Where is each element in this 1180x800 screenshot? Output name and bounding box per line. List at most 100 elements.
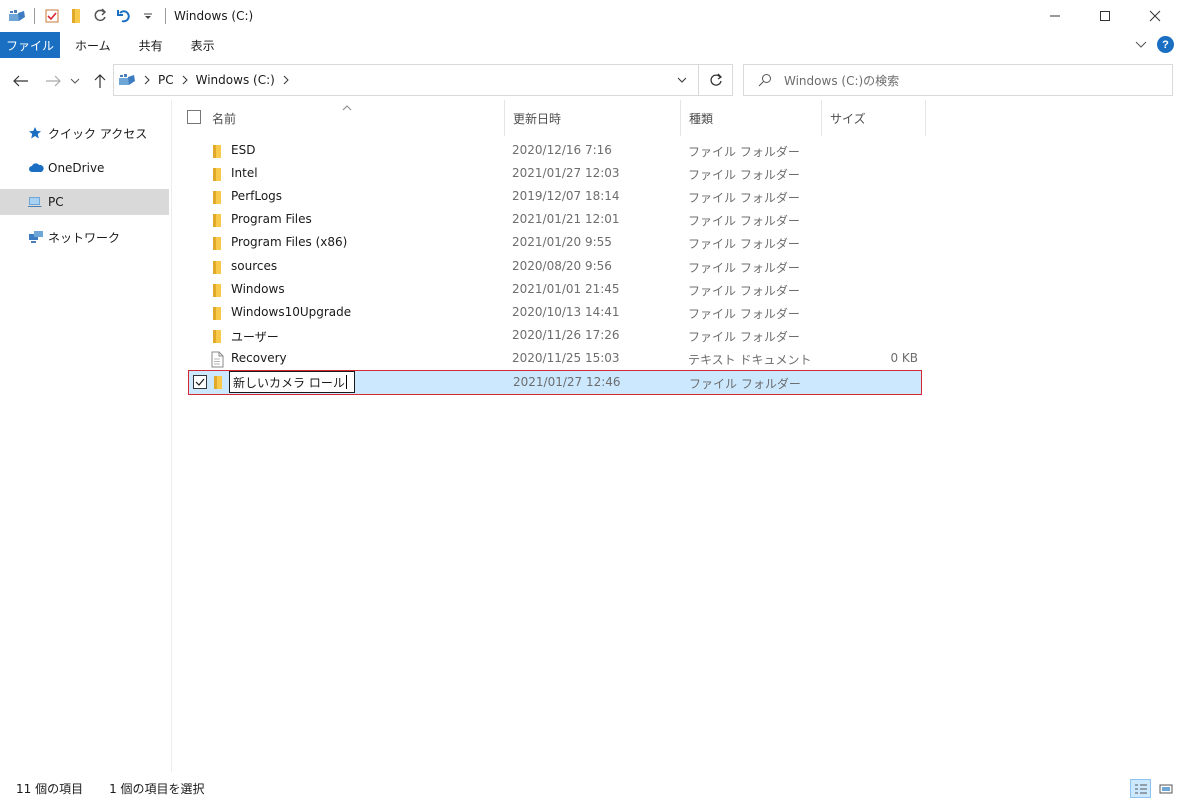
tab-view[interactable]: 表示 bbox=[177, 32, 229, 58]
tab-share[interactable]: 共有 bbox=[125, 32, 177, 58]
column-header-label: 種類 bbox=[689, 111, 714, 126]
column-header-label: サイズ bbox=[830, 111, 866, 126]
large-icons-view-icon[interactable] bbox=[1155, 779, 1176, 798]
file-row[interactable]: Program Files (x86) 2021/01/20 9:55 ファイル… bbox=[188, 232, 922, 255]
pc-icon bbox=[28, 196, 46, 208]
undo-icon[interactable] bbox=[113, 5, 135, 27]
file-name: Intel bbox=[231, 166, 258, 180]
breadcrumb-pc[interactable]: PC bbox=[158, 73, 174, 87]
folder-icon bbox=[210, 282, 224, 299]
recent-locations-button[interactable] bbox=[68, 70, 82, 92]
file-name: PerfLogs bbox=[231, 189, 283, 203]
folder-icon bbox=[211, 374, 225, 391]
view-switcher bbox=[1130, 779, 1176, 798]
file-type: ファイル フォルダー bbox=[688, 191, 800, 205]
address-bar[interactable]: PC Windows (C:) bbox=[113, 64, 733, 96]
title-bar: Windows (C:) bbox=[0, 0, 1180, 32]
minimize-button[interactable] bbox=[1030, 0, 1080, 32]
expand-ribbon-icon[interactable] bbox=[1135, 38, 1147, 52]
ribbon-tabs: ファイル ホーム 共有 表示 ? bbox=[0, 32, 1180, 58]
folder-icon bbox=[210, 212, 224, 229]
file-name: ユーザー bbox=[231, 330, 279, 344]
redo-icon[interactable] bbox=[89, 5, 111, 27]
sidebar-item-label: クイック アクセス bbox=[48, 126, 148, 141]
folder-icon bbox=[210, 259, 224, 276]
file-type: ファイル フォルダー bbox=[688, 214, 800, 228]
file-type: ファイル フォルダー bbox=[688, 237, 800, 251]
status-bar: 11 個の項目 1 個の項目を選択 bbox=[0, 776, 1180, 800]
rename-input-value: 新しいカメラ ロール bbox=[233, 375, 345, 390]
file-date: 2020/12/16 7:16 bbox=[512, 143, 612, 157]
navigation-pane: クイック アクセス OneDrive PC ネットワーク bbox=[0, 100, 172, 772]
up-button[interactable] bbox=[89, 70, 111, 92]
pc-location-icon bbox=[118, 73, 136, 87]
column-header-size[interactable]: サイズ bbox=[822, 100, 926, 136]
file-date: 2019/12/07 18:14 bbox=[512, 189, 620, 203]
file-date: 2021/01/20 9:55 bbox=[512, 235, 612, 249]
file-date: 2021/01/01 21:45 bbox=[512, 282, 620, 296]
tab-file[interactable]: ファイル bbox=[0, 32, 60, 58]
file-type: テキスト ドキュメント bbox=[688, 353, 812, 367]
sidebar-item-label: PC bbox=[48, 195, 64, 209]
quick-access-toolbar: Windows (C:) bbox=[0, 0, 253, 32]
column-header-type[interactable]: 種類 bbox=[681, 100, 822, 136]
column-header-name[interactable]: 名前 bbox=[204, 100, 505, 136]
item-count: 11 個の項目 bbox=[16, 781, 84, 796]
file-date: 2020/11/26 17:26 bbox=[512, 328, 620, 342]
file-type: ファイル フォルダー bbox=[688, 330, 800, 344]
new-folder-icon[interactable] bbox=[65, 5, 87, 27]
breadcrumb-chevron-icon[interactable] bbox=[283, 75, 289, 85]
details-view-icon[interactable] bbox=[1130, 779, 1151, 798]
text-file-icon bbox=[210, 351, 224, 368]
drive-icon[interactable] bbox=[6, 5, 28, 27]
file-row[interactable]: Windows 2021/01/01 21:45 ファイル フォルダー bbox=[188, 279, 922, 302]
file-date: 2020/08/20 9:56 bbox=[512, 259, 612, 273]
help-icon[interactable]: ? bbox=[1157, 36, 1174, 53]
forward-button[interactable] bbox=[42, 70, 64, 92]
column-header-date[interactable]: 更新日時 bbox=[505, 100, 681, 136]
row-checkbox[interactable] bbox=[193, 375, 207, 389]
file-date: 2020/10/13 14:41 bbox=[512, 305, 620, 319]
file-row[interactable]: ユーザー 2020/11/26 17:26 ファイル フォルダー bbox=[188, 325, 922, 348]
file-date: 2021/01/27 12:46 bbox=[513, 375, 621, 389]
sidebar-item-network[interactable]: ネットワーク bbox=[0, 224, 169, 250]
sidebar-item-label: OneDrive bbox=[48, 161, 105, 175]
select-all-checkbox[interactable] bbox=[187, 110, 201, 124]
file-name: Windows bbox=[231, 282, 285, 296]
file-name: Program Files (x86) bbox=[231, 235, 348, 249]
sidebar-item-onedrive[interactable]: OneDrive bbox=[0, 155, 169, 181]
sidebar-item-label: ネットワーク bbox=[48, 230, 121, 245]
sidebar-item-quick-access[interactable]: クイック アクセス bbox=[0, 120, 169, 146]
selected-count: 1 個の項目を選択 bbox=[109, 781, 205, 796]
customize-toolbar-icon[interactable] bbox=[137, 5, 159, 27]
breadcrumb-chevron-icon[interactable] bbox=[182, 75, 188, 85]
search-icon bbox=[758, 73, 772, 87]
breadcrumb-drive[interactable]: Windows (C:) bbox=[196, 73, 275, 87]
window-title: Windows (C:) bbox=[174, 9, 254, 23]
file-type: ファイル フォルダー bbox=[688, 168, 800, 182]
file-row[interactable]: Program Files 2021/01/21 12:01 ファイル フォルダ… bbox=[188, 209, 922, 232]
close-button[interactable] bbox=[1130, 0, 1180, 32]
file-row[interactable]: Windows10Upgrade 2020/10/13 14:41 ファイル フ… bbox=[188, 302, 922, 325]
refresh-button[interactable] bbox=[698, 65, 732, 95]
breadcrumb-chevron-icon[interactable] bbox=[144, 75, 150, 85]
search-input[interactable]: Windows (C:)の検索 bbox=[743, 64, 1173, 96]
address-history-dropdown[interactable] bbox=[670, 65, 694, 95]
file-name: sources bbox=[231, 259, 278, 273]
cloud-icon bbox=[28, 162, 46, 174]
file-row[interactable]: Intel 2021/01/27 12:03 ファイル フォルダー bbox=[188, 163, 922, 186]
maximize-button[interactable] bbox=[1080, 0, 1130, 32]
file-row[interactable]: PerfLogs 2019/12/07 18:14 ファイル フォルダー bbox=[188, 186, 922, 209]
back-button[interactable] bbox=[10, 70, 32, 92]
sidebar-item-pc[interactable]: PC bbox=[0, 189, 169, 215]
file-row[interactable]: sources 2020/08/20 9:56 ファイル フォルダー bbox=[188, 256, 922, 279]
file-date: 2021/01/21 12:01 bbox=[512, 212, 620, 226]
folder-icon bbox=[210, 189, 224, 206]
file-row-selected[interactable]: 新しいカメラ ロール 2021/01/27 12:46 ファイル フォルダー bbox=[188, 370, 922, 395]
file-type: ファイル フォルダー bbox=[689, 377, 801, 391]
tab-home[interactable]: ホーム bbox=[60, 32, 125, 58]
file-row[interactable]: Recovery 2020/11/25 15:03 テキスト ドキュメント 0 … bbox=[188, 348, 922, 371]
file-row[interactable]: ESD 2020/12/16 7:16 ファイル フォルダー bbox=[188, 140, 922, 163]
properties-icon[interactable] bbox=[41, 5, 63, 27]
rename-input[interactable]: 新しいカメラ ロール bbox=[229, 371, 355, 393]
